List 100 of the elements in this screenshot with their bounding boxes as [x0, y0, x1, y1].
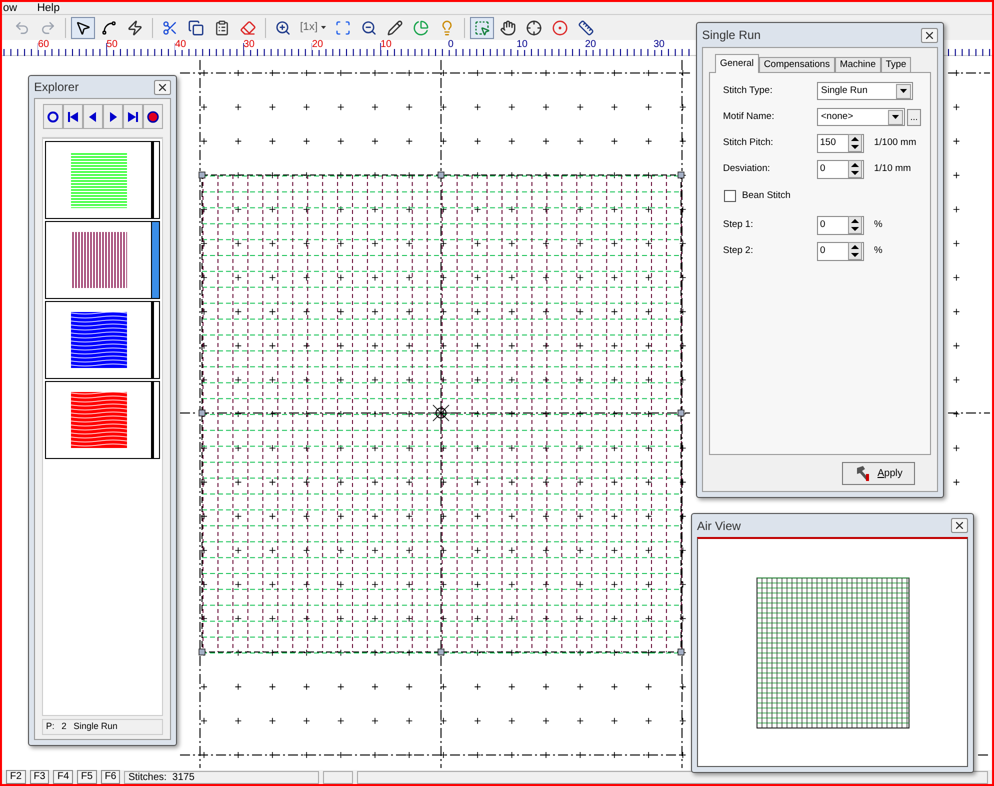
spinner-arrows-icon[interactable] [848, 160, 862, 178]
grid-mark [440, 138, 447, 145]
spinner-arrows-icon[interactable] [848, 216, 862, 234]
grid-mark [953, 70, 960, 76]
grid-mark [645, 70, 652, 76]
function-key-button[interactable]: F4 [53, 770, 74, 784]
dropdown[interactable]: Single Run [817, 82, 913, 100]
function-key-button[interactable]: F2 [6, 770, 26, 784]
tab[interactable]: Compensations [758, 57, 835, 73]
last-button[interactable] [122, 104, 142, 129]
pencil-icon [386, 20, 403, 36]
ruler-ticks-drawing [948, 49, 991, 56]
next-button[interactable] [102, 104, 122, 129]
grid-mark [679, 718, 686, 724]
close-button[interactable] [921, 28, 938, 42]
window-title: Explorer [34, 79, 79, 96]
spinner-arrows-icon[interactable] [848, 242, 862, 260]
redo-icon [40, 20, 56, 36]
zoom-fit-icon [334, 20, 351, 36]
field-label: Stitch Type: [723, 84, 774, 98]
grid-mark [953, 478, 960, 486]
target-icon [552, 20, 568, 36]
checkbox[interactable] [724, 190, 736, 202]
function-key-button[interactable]: F6 [100, 770, 120, 784]
grid-mark [679, 104, 686, 110]
close-icon [926, 32, 933, 38]
crosshair-icon [526, 20, 542, 36]
caret-icon [900, 89, 907, 93]
close-button[interactable] [951, 518, 968, 533]
zoom-level-dropdown[interactable]: [1x] [297, 16, 329, 38]
skip-back-icon [66, 110, 78, 122]
eraser-icon [240, 20, 256, 36]
grid-mark [303, 752, 310, 758]
grid-mark [200, 138, 208, 145]
record-icon [146, 110, 158, 122]
dropdown-arrow-button[interactable] [888, 110, 903, 124]
grid-mark [200, 752, 208, 758]
grid-mark [269, 752, 276, 758]
design-thumbnail[interactable] [45, 221, 160, 299]
number-field[interactable]: 0 [817, 216, 864, 234]
pointer-icon [75, 20, 91, 36]
dropdown[interactable]: <none> [817, 108, 905, 126]
apply-button[interactable]: Apply [842, 462, 915, 485]
field-label: Motif Name: [723, 110, 776, 124]
function-key-button[interactable]: F3 [30, 770, 50, 784]
guide-line [684, 412, 690, 414]
zigzag-icon [127, 20, 143, 36]
design-thumbnail[interactable] [45, 141, 160, 219]
close-button[interactable] [154, 80, 171, 94]
tab[interactable]: Machine [834, 57, 881, 73]
grid-mark [372, 104, 378, 110]
number-field[interactable]: 0 [817, 242, 864, 260]
pointer-tool-button[interactable] [71, 16, 95, 38]
number-field[interactable]: 0 [817, 160, 864, 178]
grid-mark [645, 683, 652, 690]
grid-mark [645, 718, 652, 724]
grid-mark [953, 274, 960, 281]
first-button[interactable] [62, 104, 82, 129]
stitch-count: Stitches: 3175 [124, 770, 320, 784]
menu-item[interactable]: ow [3, 2, 18, 14]
browse-button[interactable]: ... [907, 108, 921, 126]
prev-button[interactable] [82, 104, 102, 129]
grid-mark [440, 752, 447, 758]
tab[interactable]: General [715, 54, 759, 73]
number-field[interactable]: 150 [817, 134, 864, 152]
menu-item[interactable]: Help [37, 2, 60, 14]
grid-mark [679, 683, 686, 690]
design-thumbnail[interactable] [45, 301, 160, 379]
caret-icon [320, 26, 326, 29]
record-button[interactable] [142, 104, 162, 129]
window-title: Single Run [702, 27, 761, 44]
grid-mark [611, 752, 618, 758]
ruler-label: 20 [312, 40, 324, 50]
grid-mark [303, 138, 310, 145]
field-label: Desviation: [723, 162, 771, 176]
circle-button[interactable] [42, 104, 62, 129]
grid-mark [611, 138, 618, 145]
grid-mark [337, 138, 344, 145]
node-edit-icon [101, 20, 117, 36]
grid-mark [406, 138, 413, 145]
grid-mark [269, 718, 276, 724]
grid-mark [406, 70, 413, 76]
grid-mark [337, 718, 344, 724]
zoom-window-tool-button[interactable] [470, 16, 494, 38]
grid-mark [269, 70, 276, 76]
spinner-arrows-icon[interactable] [848, 134, 862, 152]
window-title: Air View [697, 518, 741, 534]
close-icon [956, 522, 963, 529]
grid-mark [542, 104, 550, 110]
tab[interactable]: Type [880, 57, 912, 73]
grid-mark [953, 206, 960, 213]
grid-mark [611, 104, 618, 110]
grid-mark [200, 104, 208, 110]
grid-mark [303, 718, 310, 724]
grid-mark [406, 718, 413, 724]
grid-mark [953, 342, 960, 350]
grid-mark [372, 752, 378, 758]
design-thumbnail[interactable] [45, 381, 160, 459]
dropdown-arrow-button[interactable] [896, 84, 911, 98]
function-key-button[interactable]: F5 [77, 770, 97, 784]
